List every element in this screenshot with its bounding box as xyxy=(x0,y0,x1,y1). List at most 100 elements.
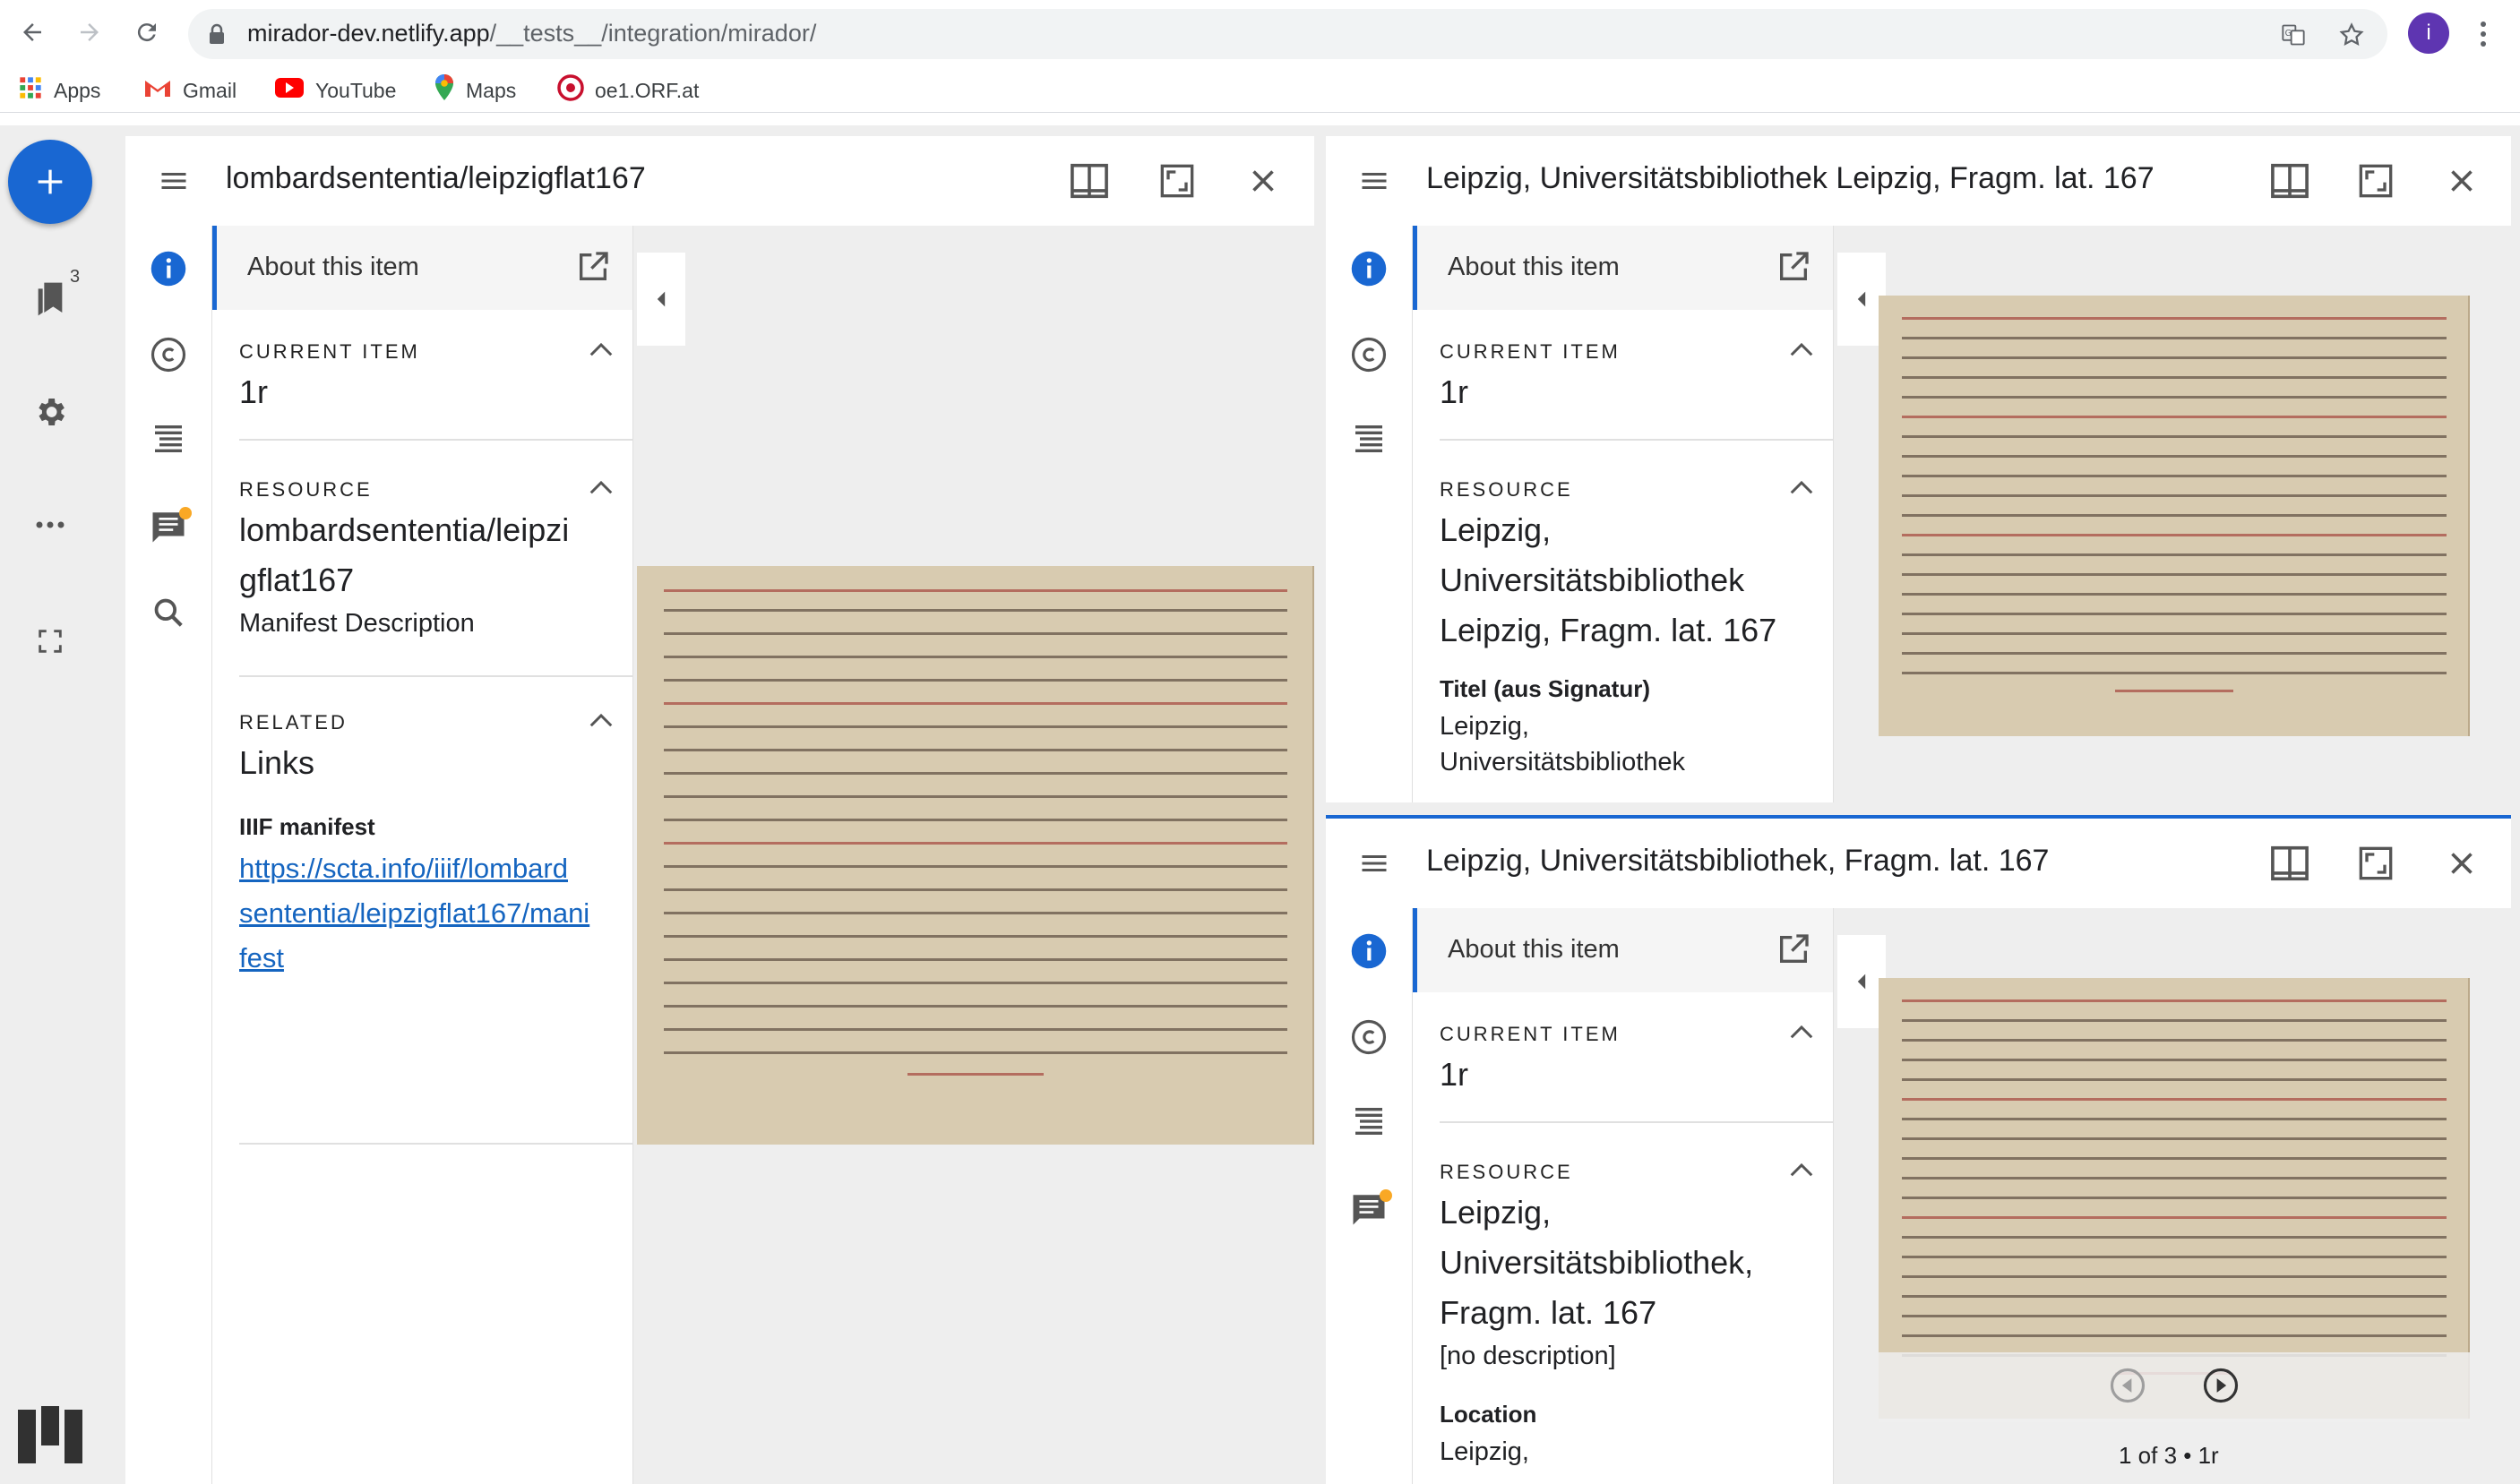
bookmark-maps[interactable]: Maps xyxy=(434,74,516,106)
chevron-up-icon[interactable] xyxy=(1788,1161,1815,1183)
browser-menu-icon[interactable] xyxy=(2474,14,2492,54)
open-in-new-icon[interactable] xyxy=(575,249,611,289)
gear-icon xyxy=(39,399,65,425)
next-canvas-button[interactable] xyxy=(2202,1367,2240,1409)
resource-section: RESOURCE lombardsententia/leipzi gflat16… xyxy=(239,478,632,641)
chevron-up-icon[interactable] xyxy=(1788,340,1815,363)
reload-icon[interactable] xyxy=(129,14,165,50)
forward-arrow-icon[interactable] xyxy=(72,14,108,50)
current-item-section: CURRENT ITEM 1r xyxy=(1440,1023,1833,1100)
table-of-contents-icon[interactable] xyxy=(1344,1096,1394,1146)
companion-rail xyxy=(1326,908,1413,1484)
companion-rail xyxy=(125,226,212,1484)
window-left: lombardsententia/leipzigflat167 About th… xyxy=(125,136,1314,1484)
bookmarks-stack-icon xyxy=(38,282,63,316)
window-view-icon[interactable] xyxy=(2268,159,2311,202)
viewer-canvas[interactable] xyxy=(1834,226,2511,802)
window-count-badge: 3 xyxy=(70,267,81,287)
annotations-icon[interactable] xyxy=(1344,1184,1394,1234)
info-panel: About this item CURRENT ITEM 1r RESOURCE… xyxy=(1413,226,1834,802)
add-resource-button[interactable] xyxy=(8,140,92,224)
address-bar[interactable]: mirador-dev.netlify.app/__tests__/integr… xyxy=(188,9,2387,59)
chevron-up-icon[interactable] xyxy=(588,340,615,363)
fullscreen-button[interactable] xyxy=(25,616,75,666)
collapse-sidebar-button[interactable] xyxy=(637,253,685,346)
divider xyxy=(239,675,632,677)
workspace-options-button[interactable] xyxy=(25,500,75,550)
canvas-navigation xyxy=(1879,1352,2470,1422)
current-item-section: CURRENT ITEM 1r xyxy=(1440,340,1833,417)
manuscript-image xyxy=(1879,296,2470,736)
chevron-up-icon[interactable] xyxy=(588,478,615,501)
table-of-contents-icon[interactable] xyxy=(143,414,194,464)
translate-icon[interactable]: G xyxy=(2280,21,2307,48)
search-icon[interactable] xyxy=(143,588,194,638)
resource-section: RESOURCE Leipzig, Universitätsbibliothek… xyxy=(1440,478,1833,780)
open-in-new-icon[interactable] xyxy=(1776,931,1811,972)
panel-title: About this item xyxy=(1448,935,1620,964)
copyright-icon[interactable] xyxy=(1344,330,1394,380)
info-icon[interactable] xyxy=(1344,244,1394,294)
info-panel: About this item CURRENT ITEM 1r RESOURCE… xyxy=(1413,908,1834,1484)
panel-title: About this item xyxy=(247,253,419,281)
svg-text:G: G xyxy=(2285,29,2292,39)
info-icon[interactable] xyxy=(1344,926,1394,976)
table-of-contents-icon[interactable] xyxy=(1344,414,1394,464)
profile-avatar[interactable]: i xyxy=(2408,13,2449,54)
window-menu-icon[interactable] xyxy=(1353,842,1396,885)
window-list-button[interactable] xyxy=(25,274,75,324)
maximize-icon[interactable] xyxy=(2354,842,2397,885)
resource-section: RESOURCE Leipzig, Universitätsbibliothek… xyxy=(1440,1161,1833,1470)
star-bookmark-icon[interactable] xyxy=(2338,21,2365,48)
bookmark-apps[interactable]: Apps xyxy=(18,75,100,106)
maximize-icon[interactable] xyxy=(2354,159,2397,202)
apps-grid-icon xyxy=(18,75,43,106)
bookmark-youtube[interactable]: YouTube xyxy=(274,75,396,106)
panel-title: About this item xyxy=(1448,253,1620,281)
caret-left-icon xyxy=(1857,291,1866,307)
close-icon[interactable] xyxy=(2440,842,2483,885)
window-top-right: Leipzig, Universitätsbibliothek Leipzig,… xyxy=(1326,136,2511,802)
orf-icon xyxy=(557,74,584,107)
window-menu-icon[interactable] xyxy=(152,159,195,202)
window-title: Leipzig, Universitätsbibliothek Leipzig,… xyxy=(1426,161,2154,195)
play-previous-icon xyxy=(2110,1368,2146,1403)
viewer-canvas[interactable]: 1 of 3 • 1r xyxy=(1834,908,2511,1484)
chevron-up-icon[interactable] xyxy=(1788,478,1815,501)
iiif-manifest-link[interactable]: https://scta.info/iiif/lombard sententia… xyxy=(239,846,632,981)
window-menu-icon[interactable] xyxy=(1353,159,1396,202)
maximize-icon[interactable] xyxy=(1156,159,1199,202)
window-view-icon[interactable] xyxy=(2268,842,2311,885)
divider xyxy=(239,1143,632,1145)
caret-left-icon xyxy=(657,291,666,307)
open-in-new-icon[interactable] xyxy=(1776,249,1811,289)
bookmark-gmail[interactable]: Gmail xyxy=(143,75,237,106)
notification-dot xyxy=(1380,1189,1392,1202)
youtube-icon xyxy=(274,77,305,104)
back-arrow-icon[interactable] xyxy=(14,14,50,50)
chevron-up-icon[interactable] xyxy=(588,711,615,733)
annotations-icon[interactable] xyxy=(143,502,194,552)
info-icon[interactable] xyxy=(143,244,194,294)
info-panel: About this item CURRENT ITEM 1r RESOURCE… xyxy=(212,226,633,1484)
close-icon[interactable] xyxy=(2440,159,2483,202)
page-indicator: 1 of 3 • 1r xyxy=(2119,1442,2219,1469)
divider xyxy=(1440,1121,1833,1123)
manuscript-image xyxy=(637,566,1314,1145)
panel-header: About this item xyxy=(1413,226,1833,310)
close-icon[interactable] xyxy=(1242,159,1285,202)
mirador-logo xyxy=(18,1406,82,1468)
window-view-icon[interactable] xyxy=(1068,159,1111,202)
bookmark-orf[interactable]: oe1.ORF.at xyxy=(557,74,699,107)
viewer-canvas[interactable] xyxy=(633,226,1314,1484)
divider xyxy=(1440,439,1833,441)
chevron-up-icon[interactable] xyxy=(1788,1023,1815,1045)
previous-canvas-button[interactable] xyxy=(2109,1367,2146,1409)
play-next-icon xyxy=(2203,1368,2239,1403)
copyright-icon[interactable] xyxy=(143,330,194,380)
copyright-icon[interactable] xyxy=(1344,1012,1394,1062)
window-top-bar: Leipzig, Universitätsbibliothek, Fragm. … xyxy=(1326,819,2511,908)
current-item-section: CURRENT ITEM 1r xyxy=(239,340,632,417)
url-text: mirador-dev.netlify.app/__tests__/integr… xyxy=(247,20,817,47)
settings-button[interactable] xyxy=(25,387,75,437)
